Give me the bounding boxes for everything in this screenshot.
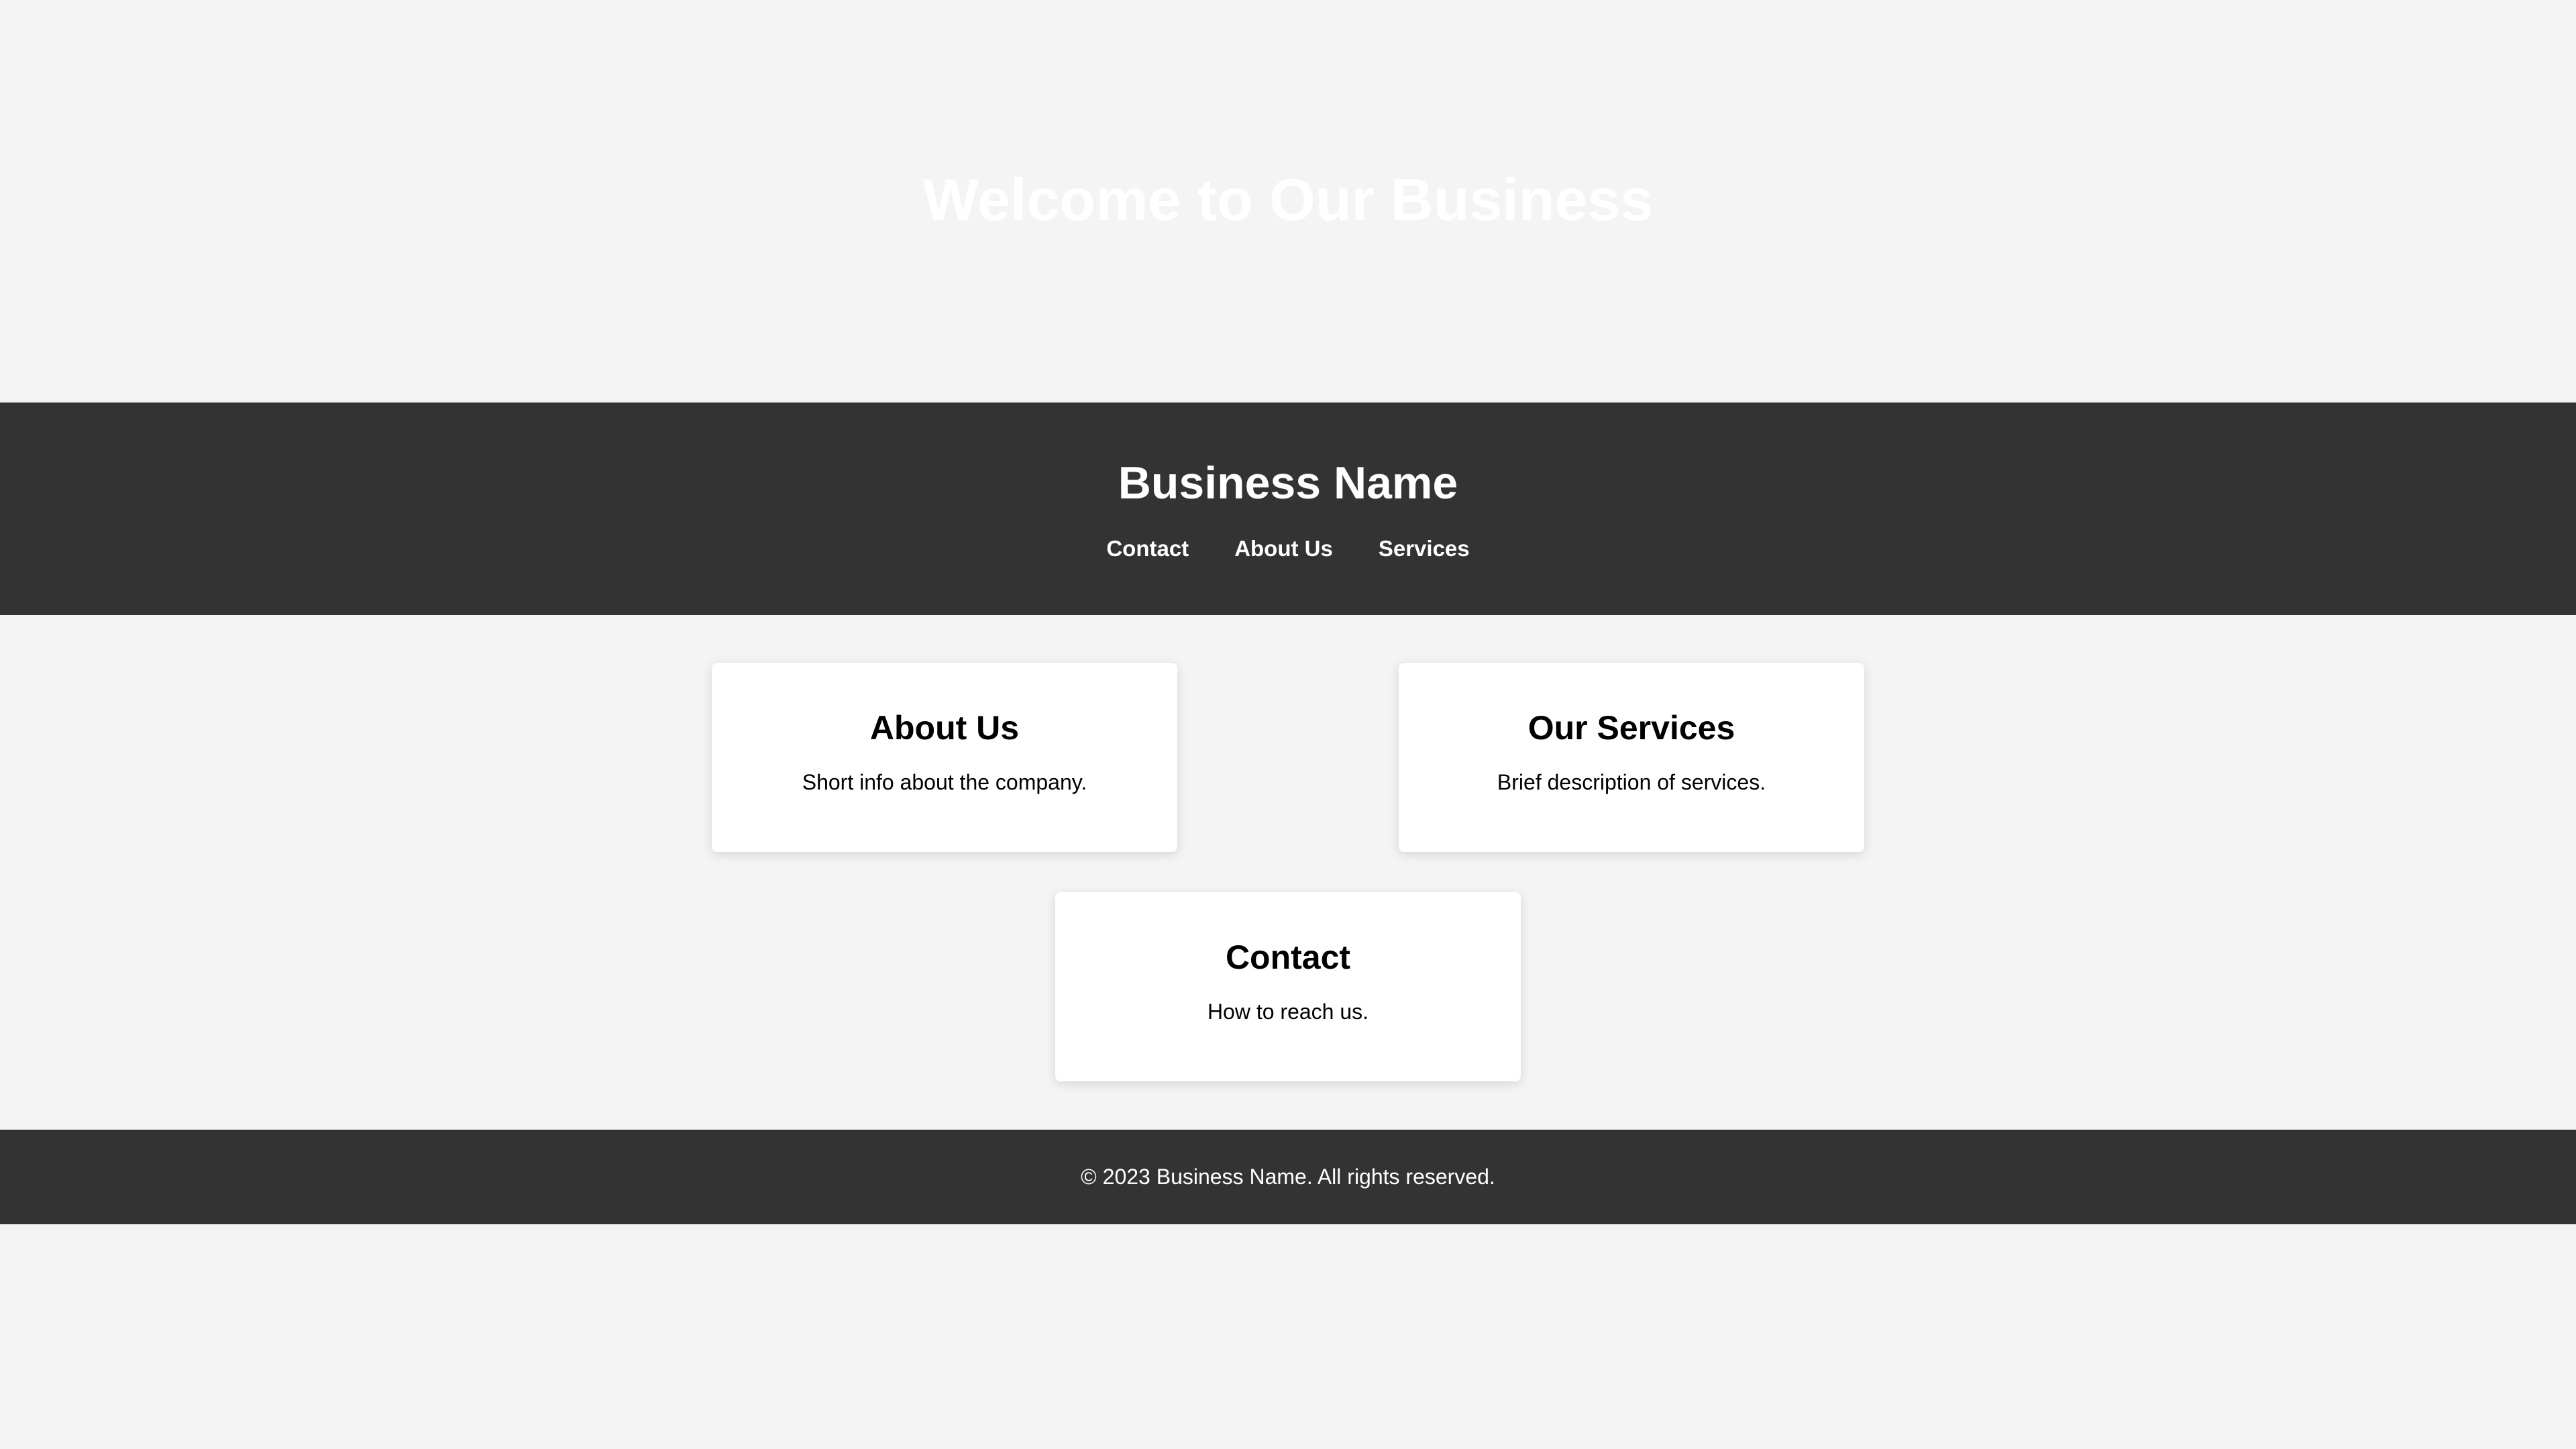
hero-section: Welcome to Our Business: [0, 0, 2576, 402]
nav-link-contact[interactable]: Contact: [1106, 530, 1189, 568]
our-services-card: Our Services Brief description of servic…: [1399, 663, 1864, 852]
copyright-text: © 2023 Business Name. All rights reserve…: [1081, 1165, 1495, 1189]
contact-card: Contact How to reach us.: [1055, 892, 1521, 1081]
our-services-card-title: Our Services: [1527, 709, 1735, 747]
contact-card-text: How to reach us.: [1207, 1000, 1369, 1024]
nav-link-about-us[interactable]: About Us: [1234, 530, 1333, 568]
our-services-card-text: Brief description of services.: [1497, 770, 1766, 794]
brand-name: Business Name: [1118, 458, 1458, 508]
nav-link-services[interactable]: Services: [1379, 530, 1470, 568]
contact-card-title: Contact: [1225, 938, 1351, 976]
about-us-card-title: About Us: [869, 709, 1020, 747]
about-us-card-text: Short info about the company.: [802, 770, 1087, 794]
hero-title: Welcome to Our Business: [922, 166, 1654, 233]
main-navigation: Contact About Us Services: [0, 530, 2576, 568]
page: Welcome to Our Business Business Name Co…: [0, 0, 2576, 1449]
about-us-card: About Us Short info about the company.: [712, 663, 1177, 852]
site-footer: © 2023 Business Name. All rights reserve…: [0, 1130, 2576, 1224]
